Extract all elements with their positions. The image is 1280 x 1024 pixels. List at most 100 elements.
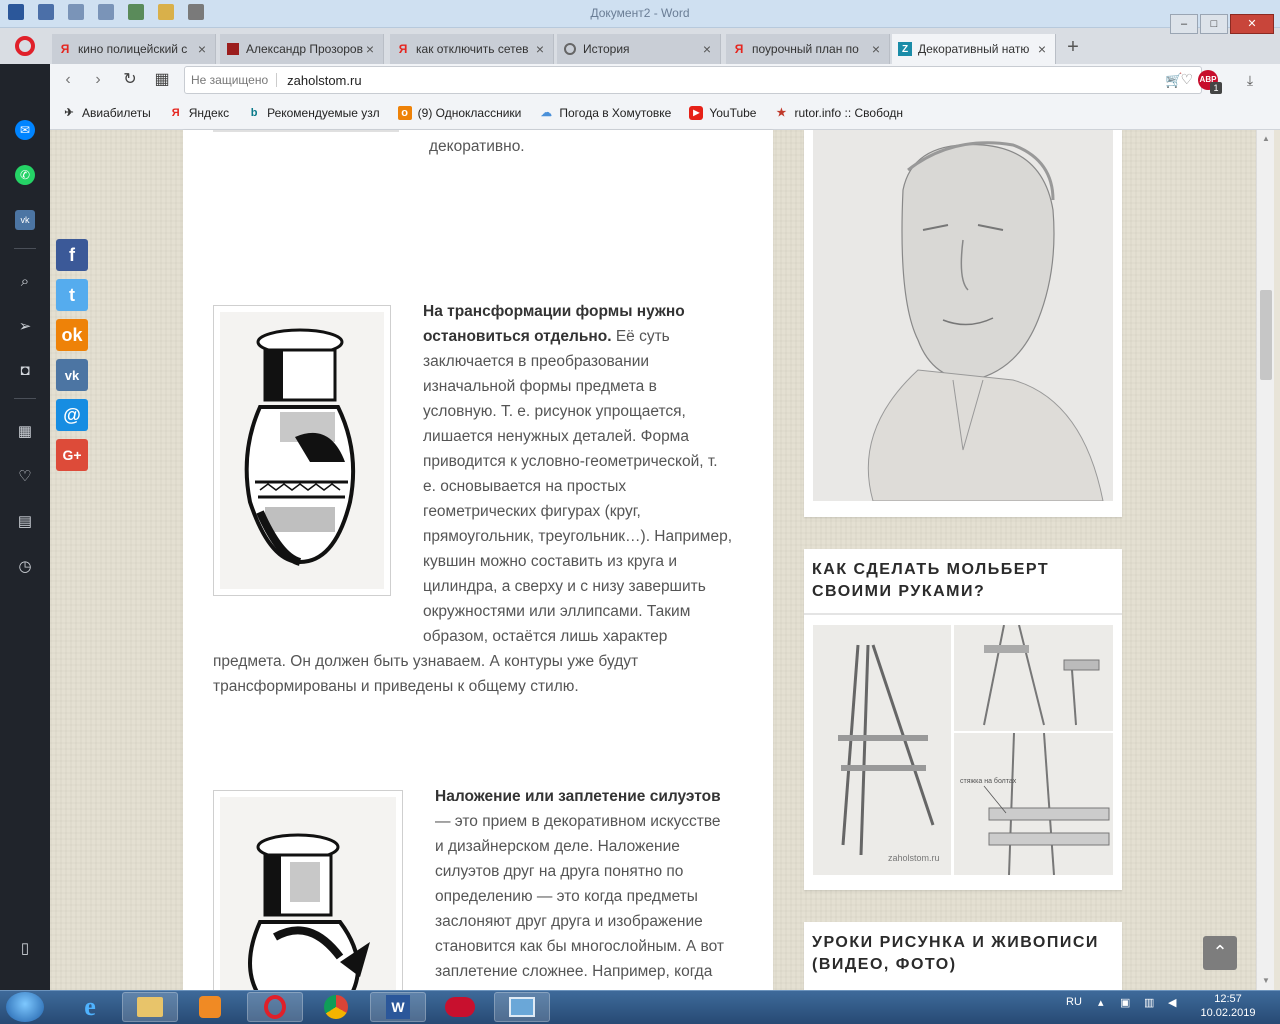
sidebar-toggle-icon[interactable]: ▯ bbox=[15, 938, 35, 958]
odnoklassniki-icon[interactable]: ok bbox=[56, 319, 88, 351]
tab-4[interactable]: Я поурочный план по × bbox=[726, 34, 890, 64]
paragraph-bold-heading: Наложение или заплетение силуэтов bbox=[435, 788, 721, 805]
easel-sketch-image[interactable]: zaholstom.ru bbox=[813, 625, 951, 875]
reload-button[interactable]: ↻ bbox=[120, 70, 140, 90]
easel-detail-image-2[interactable]: стяжка на болтах bbox=[954, 732, 1113, 876]
close-window-button[interactable]: ✕ bbox=[1230, 14, 1274, 34]
zaholstom-icon: Z bbox=[898, 42, 912, 56]
scroll-up-icon[interactable]: ▲ bbox=[1260, 134, 1272, 146]
lessons-widget: УРОКИ РИСУНКА И ЖИВОПИСИ (ВИДЕО, ФОТО) bbox=[804, 922, 1122, 990]
download-icon[interactable]: ⤓ bbox=[1240, 70, 1260, 90]
opera-sidebar: ✉ ✆ vk ⌕ ➢ ◘ ▦ ♡ ▤ ◷ ▯ bbox=[0, 64, 50, 990]
close-icon[interactable]: × bbox=[700, 41, 714, 57]
portrait-widget bbox=[804, 130, 1122, 517]
network-icon[interactable]: ▥ bbox=[1144, 996, 1154, 1009]
opera-taskbar-icon[interactable] bbox=[247, 992, 303, 1022]
language-indicator[interactable]: RU bbox=[1066, 996, 1082, 1008]
record-app-taskbar-icon[interactable] bbox=[432, 992, 488, 1022]
speed-dial-icon[interactable]: ▦ bbox=[152, 70, 172, 90]
security-indicator[interactable]: Не защищено bbox=[191, 73, 278, 87]
mail-icon[interactable]: @ bbox=[56, 399, 88, 431]
google-plus-icon[interactable]: G+ bbox=[56, 439, 88, 471]
start-button[interactable] bbox=[6, 992, 44, 1022]
widget-title[interactable]: УРОКИ РИСУНКА И ЖИВОПИСИ (ВИДЕО, ФОТО) bbox=[804, 922, 1122, 986]
bookmark-aviabilety[interactable]: ✈ Авиабилеты bbox=[62, 105, 151, 120]
close-icon[interactable]: × bbox=[363, 41, 377, 57]
close-icon[interactable]: × bbox=[869, 41, 883, 57]
portrait-sketch-image[interactable] bbox=[813, 130, 1113, 502]
vase-overlay-image bbox=[213, 790, 403, 1000]
bookmark-youtube[interactable]: ▶ YouTube bbox=[689, 105, 756, 120]
minimize-button[interactable]: – bbox=[1170, 14, 1198, 34]
detail-label: стяжка на болтах bbox=[960, 777, 1017, 785]
cart-icon[interactable]: 🛒 bbox=[1164, 70, 1184, 90]
widget-title[interactable]: КАК СДЕЛАТЬ МОЛЬБЕРТ СВОИМИ РУКАМИ? bbox=[804, 549, 1122, 615]
bookmark-yandex[interactable]: Я Яндекс bbox=[169, 106, 229, 120]
close-icon[interactable]: × bbox=[195, 41, 209, 57]
bookmark-odnoklassniki[interactable]: o (9) Одноклассники bbox=[397, 105, 522, 120]
network-warning-icon[interactable]: ▣ bbox=[1120, 996, 1130, 1009]
text-line: окружностями или эллипсами. Таким bbox=[423, 603, 691, 620]
heart-icon[interactable]: ♡ bbox=[15, 466, 35, 486]
tab-2[interactable]: Я как отключить сетев × bbox=[390, 34, 554, 64]
close-icon[interactable]: × bbox=[533, 41, 547, 57]
maximize-button[interactable]: □ bbox=[1200, 14, 1228, 34]
tray-expand-icon[interactable]: ▴ bbox=[1098, 996, 1104, 1009]
back-button[interactable]: ‹ bbox=[58, 70, 78, 90]
forward-button[interactable]: › bbox=[88, 70, 108, 90]
watermark-text: zaholstom.ru bbox=[888, 853, 940, 863]
url-text[interactable]: zaholstom.ru bbox=[287, 73, 361, 88]
close-icon[interactable]: × bbox=[1035, 41, 1049, 57]
tab-5[interactable]: Z Декоративный натю × bbox=[892, 34, 1056, 64]
text-line: силуэтов друг на друга понятно по bbox=[435, 863, 684, 880]
tab-label: Декоративный натю bbox=[918, 42, 1030, 56]
photo-viewer-taskbar-icon[interactable] bbox=[494, 992, 550, 1022]
send-icon[interactable]: ➢ bbox=[15, 316, 35, 336]
bookmark-label: (9) Одноклассники bbox=[417, 105, 522, 120]
back-to-top-button[interactable]: ⌃ bbox=[1203, 936, 1237, 970]
explorer-taskbar-icon[interactable] bbox=[122, 992, 178, 1022]
news-icon[interactable]: ▤ bbox=[15, 511, 35, 531]
whatsapp-icon[interactable]: ✆ bbox=[15, 165, 35, 185]
vk-icon[interactable]: vk bbox=[15, 210, 35, 230]
ok-icon: o bbox=[397, 105, 412, 120]
bookmark-rutor[interactable]: ★ rutor.info :: Свободн bbox=[774, 106, 903, 120]
chrome-taskbar-icon[interactable] bbox=[308, 992, 364, 1022]
speed-dial-icon[interactable]: ▦ bbox=[15, 421, 35, 441]
scroll-down-icon[interactable]: ▼ bbox=[1260, 976, 1272, 988]
tab-label: кино полицейский с bbox=[78, 42, 188, 56]
search-icon[interactable]: ⌕ bbox=[15, 271, 35, 291]
bookmark-recommended[interactable]: b Рекомендуемые узл bbox=[247, 106, 380, 120]
bookmark-label: Авиабилеты bbox=[82, 105, 151, 120]
camera-icon[interactable]: ◘ bbox=[15, 360, 35, 380]
opera-menu-button[interactable] bbox=[0, 28, 50, 64]
facebook-icon[interactable]: f bbox=[56, 239, 88, 271]
bookmark-weather[interactable]: ☁ Погода в Хомутовке bbox=[539, 106, 671, 120]
scrollbar-thumb[interactable] bbox=[1260, 290, 1272, 380]
address-bar[interactable]: Не защищено zaholstom.ru ➢ ♡ bbox=[184, 66, 1202, 94]
tab-3[interactable]: История × bbox=[557, 34, 721, 64]
word-taskbar-icon[interactable]: W bbox=[370, 992, 426, 1022]
text-line: условную. Т. е. рисунок упрощается, bbox=[423, 403, 686, 420]
youtube-icon: ▶ bbox=[689, 105, 704, 120]
sidebar-divider bbox=[14, 398, 36, 399]
new-tab-button[interactable]: + bbox=[1062, 36, 1084, 58]
messenger-icon[interactable]: ✉ bbox=[15, 120, 35, 140]
vertical-scrollbar[interactable]: ▲ ▼ bbox=[1256, 130, 1274, 990]
tab-1[interactable]: Александр Прозоров × bbox=[220, 34, 384, 64]
history-icon[interactable]: ◷ bbox=[15, 556, 35, 576]
bookmark-label: Яндекс bbox=[188, 105, 230, 120]
system-clock[interactable]: 12:57 10.02.2019 bbox=[1196, 992, 1260, 1020]
easel-detail-image-1[interactable] bbox=[954, 624, 1113, 731]
volume-icon[interactable]: ◀ bbox=[1168, 996, 1176, 1009]
paragraph-overlay: Наложение или заплетение силуэтов — это … bbox=[435, 784, 765, 984]
tab-0[interactable]: Я кино полицейский с × bbox=[52, 34, 216, 64]
media-player-taskbar-icon[interactable] bbox=[182, 992, 238, 1022]
twitter-icon[interactable]: t bbox=[56, 279, 88, 311]
yandex-icon: Я bbox=[398, 42, 408, 56]
overlay-drawing bbox=[220, 797, 396, 999]
vase-transform-image bbox=[213, 305, 391, 596]
ie-taskbar-icon[interactable]: e bbox=[62, 992, 118, 1022]
vk-share-icon[interactable]: vk bbox=[56, 359, 88, 391]
text-line: — это прием в декоративном искусстве bbox=[435, 813, 721, 830]
